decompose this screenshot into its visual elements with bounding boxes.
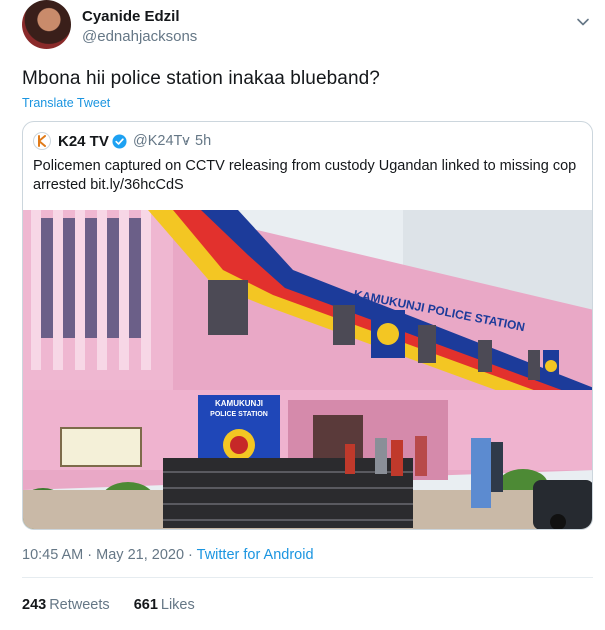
source-app-link[interactable]: Twitter for Android — [197, 547, 314, 563]
retweets-label: Retweets — [49, 597, 110, 613]
quoted-tweet-card[interactable]: K24 TV @K24Tv · 5h Policemen captured on… — [22, 121, 593, 530]
retweets-stat[interactable]: 243 Retweets — [22, 597, 110, 613]
quoted-timestamp[interactable]: 5h — [195, 133, 211, 149]
avatar[interactable] — [22, 0, 71, 49]
meta-separator-2: · — [184, 547, 197, 563]
chevron-down-icon[interactable] — [575, 14, 591, 30]
likes-stat[interactable]: 661 Likes — [134, 597, 195, 613]
k24-logo-icon — [33, 132, 51, 150]
quoted-tweet-text: Policemen captured on CCTV releasing fro… — [33, 157, 578, 195]
engagement-stats: 243 Retweets 661 Likes — [22, 597, 215, 613]
meta-separator: · — [83, 547, 97, 563]
divider — [22, 577, 593, 578]
quoted-author-handle[interactable]: @K24Tv — [133, 133, 190, 149]
author-handle[interactable]: @ednahjacksons — [82, 28, 197, 45]
tweet-text: Mbona hii police station inakaa blueband… — [22, 68, 380, 89]
translate-tweet-link[interactable]: Translate Tweet — [22, 96, 110, 110]
likes-label: Likes — [160, 597, 195, 613]
author-display-name[interactable]: Cyanide Edzil — [82, 8, 180, 25]
quoted-tweet-link[interactable]: bit.ly/36hcCdS — [90, 177, 184, 193]
quoted-author-name[interactable]: K24 TV — [58, 133, 109, 150]
verified-badge-icon — [112, 134, 127, 149]
police-station-photo[interactable]: KAMUKUNJI POLICE STATION KAMUKUNJI POLIC… — [23, 210, 593, 530]
retweets-count: 243 — [22, 597, 47, 613]
separator-dot: · — [184, 133, 189, 149]
likes-count: 661 — [133, 597, 158, 613]
tweet-meta: 10:45 AM · May 21, 2020 · Twitter for An… — [22, 547, 314, 563]
sign-banner-line2: POLICE STATION — [210, 411, 268, 418]
tweet-time[interactable]: 10:45 AM — [22, 547, 83, 563]
sign-banner-line1: KAMUKUNJI — [215, 399, 263, 408]
tweet-date[interactable]: May 21, 2020 — [96, 547, 184, 563]
